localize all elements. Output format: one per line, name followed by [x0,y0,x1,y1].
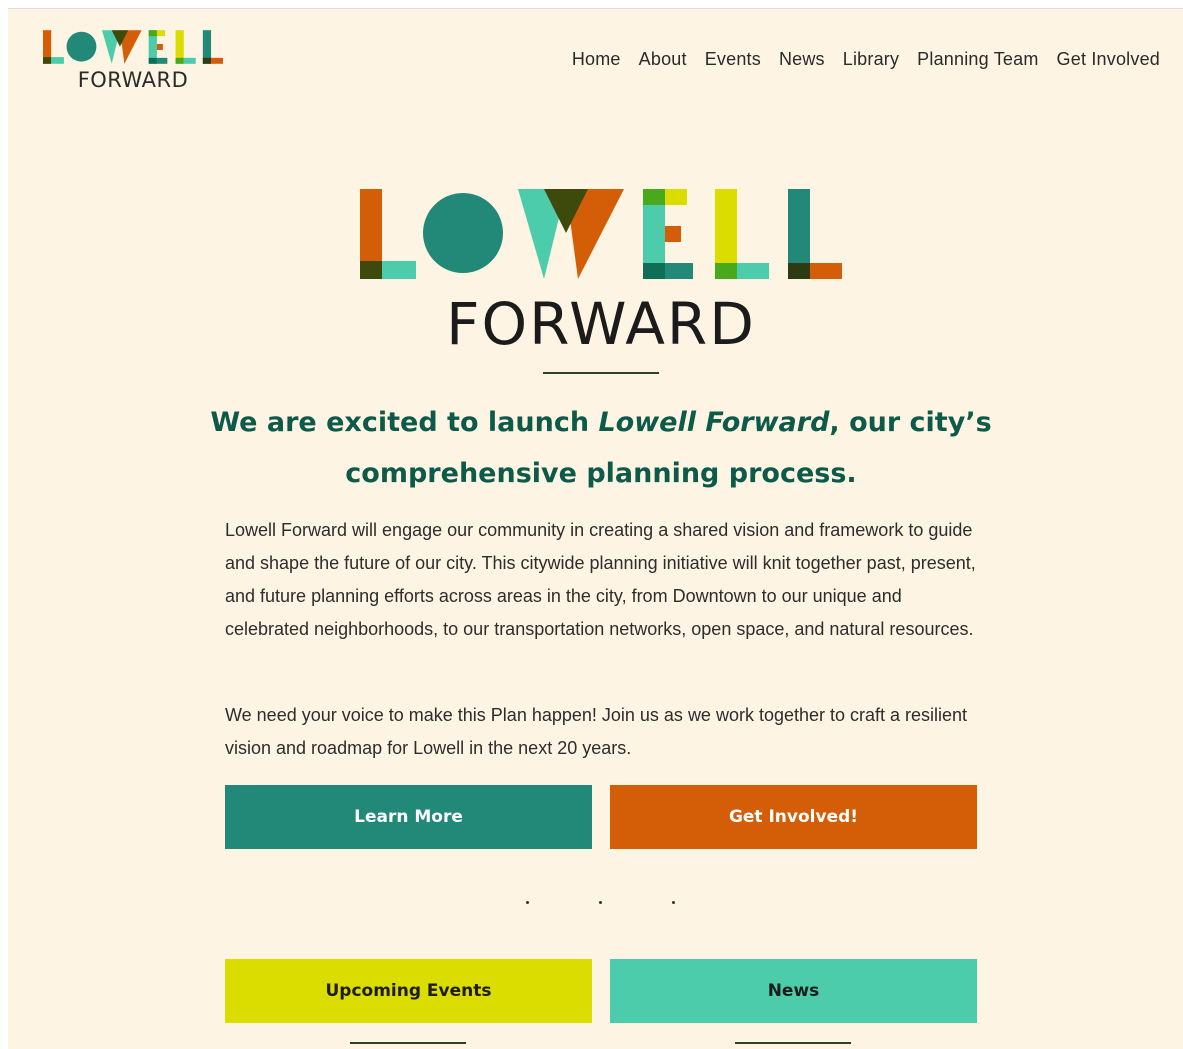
logo-letters-graphic [43,30,223,64]
carousel-dots [521,901,701,907]
carousel-dot-2[interactable] [599,901,602,904]
nav-planning-team[interactable]: Planning Team [908,49,1047,70]
nav-about[interactable]: About [630,49,696,70]
page: FORWARD Home About Events News Library P… [8,8,1183,1049]
logo-word: FORWARD [77,68,189,92]
carousel-dot-3[interactable] [672,901,675,904]
nav-events[interactable]: Events [696,49,770,70]
carousel-dot-1[interactable] [526,901,529,904]
events-underline [350,1042,466,1044]
hero-divider [543,372,659,374]
hero-headline: We are excited to launch Lowell Forward,… [208,397,994,499]
intro-paragraph: Lowell Forward will engage our community… [225,520,976,639]
upcoming-events-button[interactable]: Upcoming Events [225,959,592,1023]
hero-logo-letters-graphic [360,189,842,279]
hero-logo [360,189,842,279]
site-logo[interactable]: FORWARD [43,29,223,99]
get-involved-button[interactable]: Get Involved! [610,785,977,849]
headline-emphasis: Lowell Forward [598,407,830,438]
hero-logo-word: FORWARD [446,290,756,358]
headline-text-start: We are excited to launch [210,407,599,438]
call-to-action-paragraph: We need your voice to make this Plan hap… [225,705,968,758]
news-underline [735,1042,851,1044]
nav-home[interactable]: Home [563,49,630,70]
learn-more-button[interactable]: Learn More [225,785,592,849]
nav-news[interactable]: News [770,49,834,70]
nav-library[interactable]: Library [834,49,908,70]
nav-get-involved[interactable]: Get Involved [1048,49,1160,70]
news-button[interactable]: News [610,959,977,1023]
main-nav: Home About Events News Library Planning … [563,49,1160,70]
